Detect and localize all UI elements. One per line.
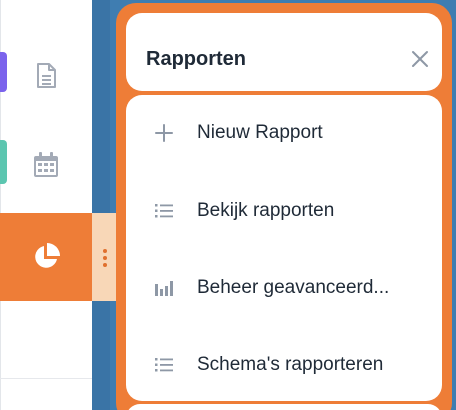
sidebar-item-calendar[interactable] xyxy=(0,140,92,190)
sidebar-divider xyxy=(0,378,92,379)
menu-item-new-report[interactable]: Nieuw Rapport xyxy=(126,103,442,163)
handle-dot xyxy=(103,256,107,260)
sidebar-item-reports-active[interactable] xyxy=(0,213,92,301)
menu-item-manage-advanced[interactable]: Beheer geavanceerd... xyxy=(126,258,442,318)
bar-chart-icon xyxy=(154,278,174,298)
menu-item-schedule-reports[interactable]: Schema's rapporteren xyxy=(126,335,442,395)
plus-icon xyxy=(154,123,174,143)
sidebar-resize-handle[interactable] xyxy=(92,213,118,301)
main-content-edge xyxy=(92,0,110,410)
popover-next-section xyxy=(126,404,442,410)
popover-header: Rapporten xyxy=(126,13,442,91)
popover-title: Rapporten xyxy=(146,48,246,70)
close-icon[interactable] xyxy=(410,49,430,69)
document-icon xyxy=(37,63,56,88)
pie-chart-icon xyxy=(35,243,60,268)
handle-dot xyxy=(103,263,107,267)
list-icon xyxy=(154,355,174,375)
menu-item-view-reports[interactable]: Bekijk rapporten xyxy=(126,181,442,241)
reports-popover: Rapporten Nieuw Rapport Bekijk rapporten… xyxy=(116,3,452,410)
menu-item-label: Bekijk rapporten xyxy=(197,200,335,221)
menu-item-label: Nieuw Rapport xyxy=(197,122,323,143)
menu-item-label: Schema's rapporteren xyxy=(197,354,384,375)
sidebar-item-documents[interactable] xyxy=(0,52,92,100)
handle-dot xyxy=(103,249,107,253)
calendar-icon xyxy=(34,152,58,177)
popover-menu: Nieuw Rapport Bekijk rapporten Beheer ge… xyxy=(126,95,442,401)
menu-item-label: Beheer geavanceerd... xyxy=(197,277,390,298)
sidebar xyxy=(0,0,92,410)
list-icon xyxy=(154,201,174,221)
